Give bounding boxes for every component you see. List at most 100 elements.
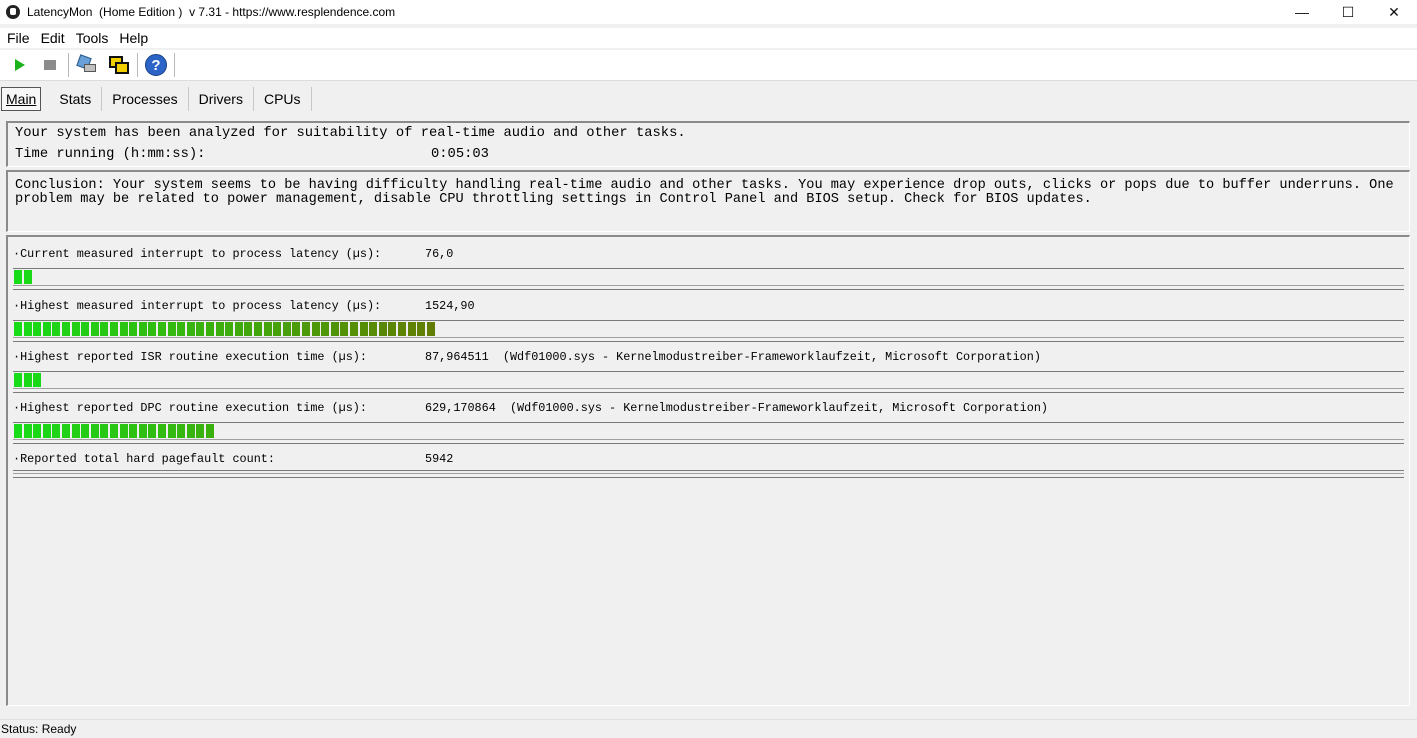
- bar-segment: [129, 322, 138, 336]
- bar-segment: [340, 322, 349, 336]
- conclusion-panel: Conclusion: Your system seems to be havi…: [6, 170, 1410, 232]
- help-icon: ?: [145, 54, 167, 76]
- help-button[interactable]: ?: [142, 52, 170, 78]
- bar-segment: [33, 322, 42, 336]
- start-button[interactable]: [4, 52, 32, 78]
- bar-segment: [407, 322, 416, 336]
- window-controls: — ☐ ✕: [1279, 0, 1417, 24]
- bar-segment: [398, 322, 406, 336]
- bar-segment: [273, 322, 282, 336]
- window-icon: [108, 54, 130, 76]
- bar-segment: [215, 322, 224, 336]
- bar-segment: [23, 424, 32, 438]
- latency-bar: [13, 422, 1404, 444]
- bar-segment: [23, 270, 32, 284]
- bar-segment: [62, 424, 70, 438]
- bar-segment: [426, 322, 435, 336]
- metric-value: 76,0: [425, 247, 454, 261]
- latencymon-window: LatencyMon (Home Edition ) v 7.31 - http…: [0, 0, 1417, 738]
- bar-segment: [129, 424, 138, 438]
- bar-segment: [311, 322, 320, 336]
- toolbar-separator: [174, 53, 175, 77]
- maximize-button[interactable]: ☐: [1325, 0, 1371, 24]
- bar-segment: [177, 424, 186, 438]
- bar-segment: [52, 424, 61, 438]
- tool-icon: [76, 54, 98, 76]
- bar-segment: [321, 322, 330, 336]
- bar-segment: [282, 322, 291, 336]
- bar-segment: [388, 322, 397, 336]
- latency-bar: [13, 268, 1404, 290]
- bar-segment: [350, 322, 358, 336]
- tab-main[interactable]: Main: [1, 87, 42, 111]
- bar-segment: [90, 424, 99, 438]
- metric-value: 1524,90: [425, 299, 475, 313]
- bar-segment: [138, 424, 147, 438]
- toolbar-separator: [68, 53, 69, 77]
- title-bar[interactable]: LatencyMon (Home Edition ) v 7.31 - http…: [0, 0, 1417, 24]
- bar-segment: [292, 322, 301, 336]
- bar-segment: [71, 424, 80, 438]
- tab-drivers[interactable]: Drivers: [189, 87, 254, 111]
- bar-segment: [100, 322, 109, 336]
- bar-segment: [71, 322, 80, 336]
- bar-segment: [186, 322, 195, 336]
- tab-drivers-label: Drivers: [198, 91, 243, 107]
- bar-segment: [158, 424, 166, 438]
- close-button[interactable]: ✕: [1371, 0, 1417, 24]
- tab-stats-label: Stats: [59, 91, 92, 107]
- minimize-button[interactable]: —: [1279, 0, 1325, 24]
- bar-segment: [158, 322, 166, 336]
- bar-segment: [42, 322, 51, 336]
- play-icon: [15, 59, 25, 71]
- menu-edit[interactable]: Edit: [37, 30, 69, 46]
- bar-segment: [119, 322, 128, 336]
- bar-segment: [14, 322, 22, 336]
- stop-button[interactable]: [36, 52, 64, 78]
- time-running-label: Time running (h:mm:ss):: [15, 147, 206, 162]
- tab-cpus-label: CPUs: [263, 91, 301, 107]
- bar-segment: [378, 322, 387, 336]
- metric-value: 5942: [425, 452, 454, 466]
- bar-segment: [206, 424, 214, 438]
- bar-segment: [14, 270, 22, 284]
- bar-segment: [177, 322, 186, 336]
- bar-segment: [254, 322, 262, 336]
- metric-value: 629,170864 (Wdf01000.sys - Kernelmodustr…: [425, 401, 1048, 415]
- analysis-summary: Your system has been analyzed for suitab…: [15, 126, 686, 141]
- toolbar: ?: [0, 50, 1417, 81]
- bar-segment: [148, 322, 157, 336]
- menu-file[interactable]: File: [3, 30, 34, 46]
- tools-button[interactable]: [73, 52, 101, 78]
- tab-cpus[interactable]: CPUs: [254, 87, 312, 111]
- tab-main-label: Main: [6, 91, 37, 107]
- bar-segment: [42, 424, 51, 438]
- status-bar: Status: Ready: [0, 719, 1417, 738]
- metric-label: ·Reported total hard pagefault count:: [13, 452, 275, 466]
- bar-segment: [369, 322, 378, 336]
- metric-label: ·Highest reported ISR routine execution …: [13, 350, 367, 364]
- bar-segment: [14, 424, 22, 438]
- summary-panel: Your system has been analyzed for suitab…: [6, 121, 1410, 167]
- menu-bar: File Edit Tools Help: [0, 28, 1417, 48]
- tab-processes[interactable]: Processes: [102, 87, 189, 111]
- time-running-value: 0:05:03: [431, 147, 489, 162]
- bar-segment: [186, 424, 195, 438]
- bar-segment: [206, 322, 214, 336]
- pagefault-bar: [13, 470, 1404, 478]
- tab-stats[interactable]: Stats: [49, 87, 103, 111]
- menu-help[interactable]: Help: [115, 30, 152, 46]
- metrics-panel: ·Current measured interrupt to process l…: [6, 235, 1410, 706]
- bar-segment: [52, 322, 61, 336]
- bar-segment: [62, 322, 70, 336]
- menu-tools[interactable]: Tools: [72, 30, 113, 46]
- bar-segment: [359, 322, 368, 336]
- bar-segment: [417, 322, 426, 336]
- tab-bar: Main Stats Processes Drivers CPUs: [0, 85, 312, 113]
- bar-segment: [23, 373, 32, 387]
- bar-segment: [23, 322, 32, 336]
- bar-segment: [110, 322, 118, 336]
- metric-label: ·Highest measured interrupt to process l…: [13, 299, 382, 313]
- windows-button[interactable]: [105, 52, 133, 78]
- bar-segment: [33, 424, 42, 438]
